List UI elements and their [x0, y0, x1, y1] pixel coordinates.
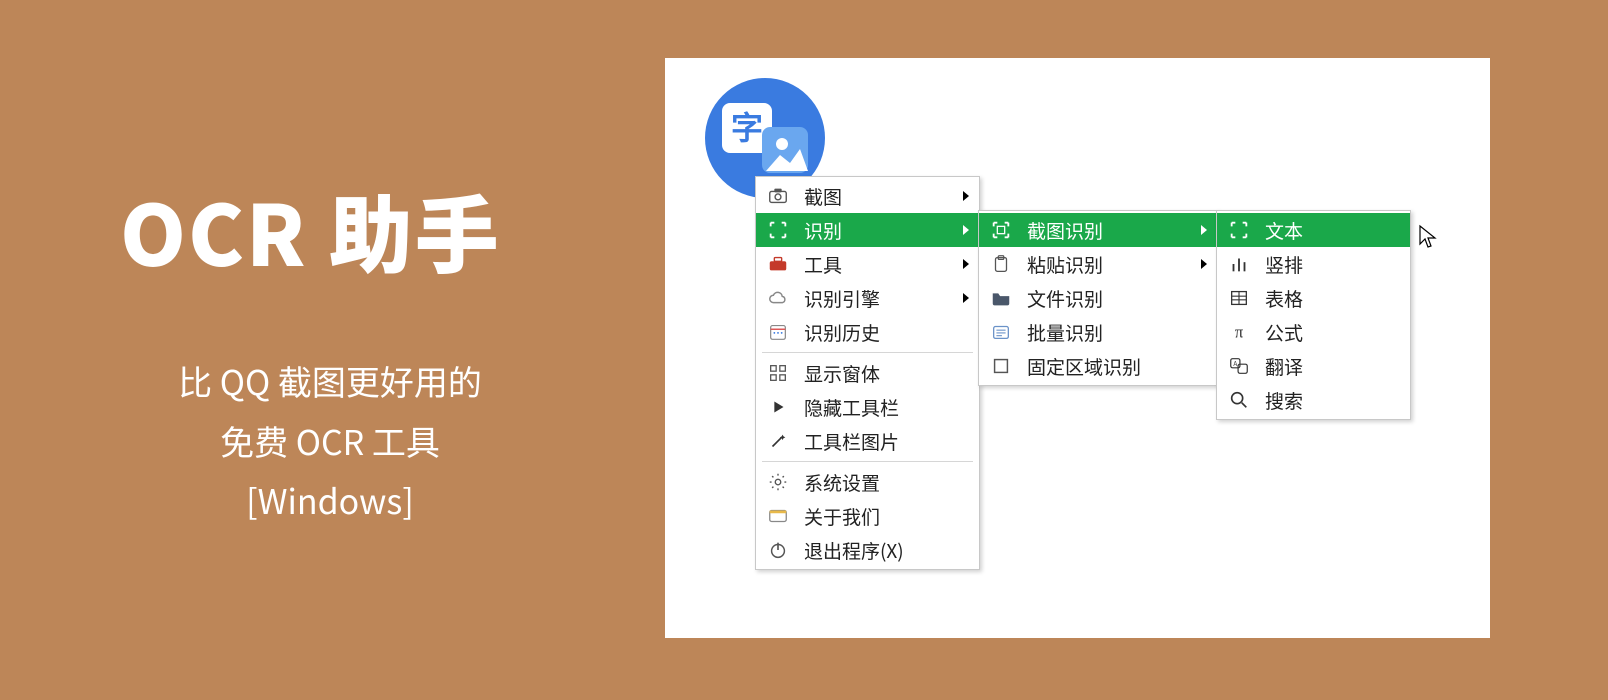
wand-icon — [766, 429, 790, 453]
screenshot-panel: 字 截图 识别 工具 — [665, 58, 1490, 638]
promo-block: OCR 助手 比 QQ 截图更好用的 免费 OCR 工具 [Windows] — [120, 170, 540, 530]
menu-label: 固定区域识别 — [1027, 353, 1207, 380]
gear-icon — [766, 470, 790, 494]
context-menu-text-type: 文本 竖排 表格 π 公式 A 翻译 — [1216, 210, 1411, 420]
menu-label: 显示窗体 — [804, 360, 969, 387]
menu-item-search[interactable]: 搜索 — [1217, 383, 1410, 417]
promo-line-3: [Windows] — [120, 470, 540, 530]
power-icon — [766, 538, 790, 562]
menu-label: 文本 — [1265, 217, 1400, 244]
submenu-arrow-icon — [1201, 225, 1207, 235]
menu-item-exit[interactable]: 退出程序(X) — [756, 533, 979, 567]
menu-item-screenshot[interactable]: 截图 — [756, 179, 979, 213]
menu-item-formula[interactable]: π 公式 — [1217, 315, 1410, 349]
square-icon — [989, 354, 1013, 378]
promo-line-2: 免费 OCR 工具 — [120, 411, 540, 471]
paste-icon — [989, 252, 1013, 276]
menu-item-hide-toolbar[interactable]: 隐藏工具栏 — [756, 390, 979, 424]
context-menu-main: 截图 识别 工具 识别引擎 识别 — [755, 176, 980, 570]
menu-label: 文件识别 — [1027, 285, 1207, 312]
menu-label: 识别历史 — [804, 319, 969, 346]
menu-label: 公式 — [1265, 319, 1400, 346]
menu-item-file-recognize[interactable]: 文件识别 — [979, 281, 1217, 315]
menu-item-engine[interactable]: 识别引擎 — [756, 281, 979, 315]
menu-item-toolbar-image[interactable]: 工具栏图片 — [756, 424, 979, 458]
table-icon — [1227, 286, 1251, 310]
menu-item-about[interactable]: 关于我们 — [756, 499, 979, 533]
menu-item-tools[interactable]: 工具 — [756, 247, 979, 281]
menu-label: 截图识别 — [1027, 217, 1179, 244]
menu-label: 识别引擎 — [804, 285, 941, 312]
menu-label: 退出程序(X) — [804, 537, 969, 564]
pi-icon: π — [1227, 320, 1251, 344]
menu-label: 表格 — [1265, 285, 1400, 312]
menu-label: 系统设置 — [804, 469, 969, 496]
menu-item-vertical[interactable]: 竖排 — [1217, 247, 1410, 281]
menu-label: 识别 — [804, 217, 941, 244]
menu-label: 搜索 — [1265, 387, 1400, 414]
scan-icon — [766, 218, 790, 242]
menu-separator — [762, 461, 973, 462]
menu-label: 隐藏工具栏 — [804, 394, 969, 421]
submenu-arrow-icon — [963, 225, 969, 235]
menu-label: 批量识别 — [1027, 319, 1207, 346]
promo-line-1: 比 QQ 截图更好用的 — [120, 351, 540, 411]
svg-text:字: 字 — [731, 110, 763, 146]
submenu-arrow-icon — [963, 293, 969, 303]
translate-icon: A — [1227, 354, 1251, 378]
menu-item-fixed-region-recognize[interactable]: 固定区域识别 — [979, 349, 1217, 383]
menu-label: 竖排 — [1265, 251, 1400, 278]
menu-label: 粘贴识别 — [1027, 251, 1179, 278]
submenu-arrow-icon — [1201, 259, 1207, 269]
menu-label: 工具栏图片 — [804, 428, 969, 455]
svg-text:π: π — [1235, 323, 1244, 342]
card-icon — [766, 504, 790, 528]
search-icon — [1227, 388, 1251, 412]
menu-item-text[interactable]: 文本 — [1217, 213, 1410, 247]
batch-icon — [989, 320, 1013, 344]
bars-icon — [1227, 252, 1251, 276]
grid-icon — [766, 361, 790, 385]
svg-text:A: A — [1233, 359, 1237, 368]
menu-label: 工具 — [804, 251, 941, 278]
menu-item-table[interactable]: 表格 — [1217, 281, 1410, 315]
scan-icon — [989, 218, 1013, 242]
calendar-icon — [766, 320, 790, 344]
menu-item-translate[interactable]: A 翻译 — [1217, 349, 1410, 383]
folder-icon — [989, 286, 1013, 310]
submenu-arrow-icon — [963, 259, 969, 269]
promo-subtitle: 比 QQ 截图更好用的 免费 OCR 工具 [Windows] — [120, 351, 540, 530]
submenu-arrow-icon — [963, 191, 969, 201]
toolbox-icon — [766, 252, 790, 276]
scan-icon — [1227, 218, 1251, 242]
menu-label: 关于我们 — [804, 503, 969, 530]
play-icon — [766, 395, 790, 419]
cloud-icon — [766, 286, 790, 310]
menu-label: 翻译 — [1265, 353, 1400, 380]
menu-item-recognize[interactable]: 识别 — [756, 213, 979, 247]
camera-icon — [766, 184, 790, 208]
menu-item-screenshot-recognize[interactable]: 截图识别 — [979, 213, 1217, 247]
promo-title: OCR 助手 — [120, 170, 540, 291]
mouse-cursor-icon — [1418, 224, 1438, 250]
menu-item-show-window[interactable]: 显示窗体 — [756, 356, 979, 390]
menu-separator — [762, 352, 973, 353]
menu-item-settings[interactable]: 系统设置 — [756, 465, 979, 499]
context-menu-recognize: 截图识别 粘贴识别 文件识别 批量识别 固定区域识别 — [978, 210, 1218, 386]
menu-item-history[interactable]: 识别历史 — [756, 315, 979, 349]
menu-label: 截图 — [804, 183, 941, 210]
menu-item-paste-recognize[interactable]: 粘贴识别 — [979, 247, 1217, 281]
menu-item-batch-recognize[interactable]: 批量识别 — [979, 315, 1217, 349]
